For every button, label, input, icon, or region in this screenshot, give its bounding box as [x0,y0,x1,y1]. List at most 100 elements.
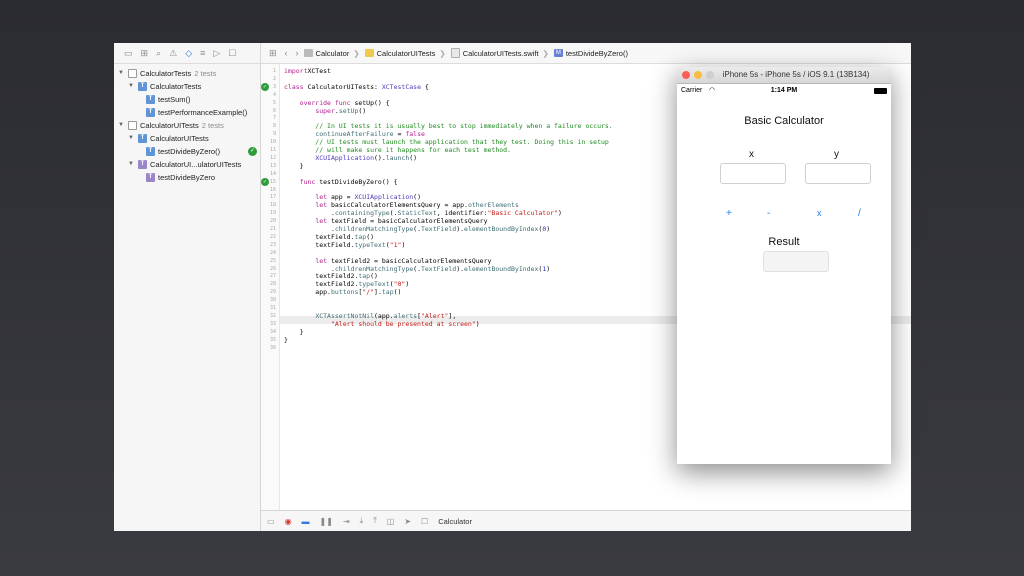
editor-jump-bar: ⊞ ‹ › Calculator ❯ CalculatorUITests ❯ C… [261,43,911,64]
code-line: } [284,336,288,344]
code-token: ], [448,311,457,320]
disclosure-triangle-icon[interactable]: ▼ [118,67,124,80]
nav-item-testdividebyzero[interactable]: T testDivideByZero() ✓ [114,145,260,158]
code-token: tap [358,272,371,281]
step-over-icon[interactable]: ⇥ [343,517,350,526]
code-token: // UI tests must launch the application … [284,138,609,147]
code-token: ) [546,264,551,273]
scheme-label[interactable]: Calculator [438,517,472,526]
step-out-icon[interactable]: ⤒ [373,516,377,526]
ios-status-bar: Carrier ◠ 1:14 PM [677,84,891,98]
code-line: let textField2 = basicCalculatorElements… [284,257,491,265]
code-token: XCTestCase [381,82,421,91]
code-token: () [393,288,402,297]
nav-item-calculatoruitests-bundle[interactable]: ▼ CalculatorUITests 2 tests [114,119,260,132]
location-icon[interactable]: ➤ [404,517,411,526]
code-token: ) [405,280,410,289]
code-line: textField.typeText("1") [284,241,405,249]
stop-icon[interactable]: ◉ [285,517,292,526]
nav-item-label: testPerformanceExample() [158,108,248,117]
nav-item-calculatoruitests-class[interactable]: ▼ T CalculatorUITests [114,132,260,145]
disclosure-triangle-icon[interactable]: ▼ [128,158,134,171]
line-number: 23 [269,241,276,248]
hide-debug-area-icon[interactable]: ▭ [267,517,275,526]
forward-icon[interactable]: › [296,48,299,58]
nav-item-testperformance[interactable]: T testPerformanceExample() [114,106,260,119]
breadcrumb-group[interactable]: CalculatorUITests ❯ [364,48,446,58]
search-icon[interactable]: ⌕ [156,48,161,59]
disclosure-triangle-icon[interactable]: ▼ [128,80,134,93]
code-token: // will make sure it happens for each te… [284,146,511,154]
test-passed-icon[interactable]: ✓ [261,82,269,91]
pause-icon[interactable]: ❚❚ [320,517,333,526]
code-token: basicCalculatorElementsQuery = app. [327,201,468,210]
subtract-button[interactable]: - [767,208,770,219]
simulator-title: iPhone 5s - iPhone 5s / iOS 9.1 (13B134) [722,70,870,79]
issue-icon[interactable]: ⚠ [169,48,177,59]
report-icon[interactable]: ☐ [228,48,236,59]
nav-item-calculatortests-class[interactable]: ▼ T CalculatorTests [114,80,260,93]
close-icon[interactable] [682,71,690,79]
nav-item-calculatorui-ulatoruitests[interactable]: ▼ T CalculatorUI...ulatorUITests [114,158,260,171]
debug-icon[interactable]: ≡ [200,48,205,58]
related-items-icon[interactable]: ⊞ [269,48,277,59]
line-number: 26 [269,265,276,272]
code-token: func [299,177,316,186]
nav-item-label: CalculatorUITests [140,121,199,130]
breadcrumb-file[interactable]: CalculatorUITests.swift ❯ [450,48,549,58]
nav-item-testsum[interactable]: T testSum() [114,93,260,106]
symbol-icon[interactable]: ⊞ [141,48,149,59]
line-number: 12 [269,154,276,161]
code-line: override func setUp() { [284,99,390,107]
test-passed-icon[interactable]: ✓ [248,147,257,156]
test-class-icon: T [138,134,147,143]
result-label: Result [768,236,800,248]
divide-button[interactable]: / [858,208,861,219]
back-icon[interactable]: ‹ [285,48,288,58]
test-navigator: ▭ ⊞ ⌕ ⚠ ◇ ≡ ▷ ☐ ▼ CalculatorTests 2 tests… [114,43,261,531]
test-class-icon: T [138,160,147,169]
code-line: let app = XCUIApplication() [284,193,421,201]
breakpoint-icon[interactable]: ▷ [213,48,220,59]
code-line: "Alert should be presented at screen") [284,320,480,328]
chevron-right-icon: ❯ [439,48,446,58]
breadcrumb-method[interactable]: M testDivideByZero() [553,49,628,58]
simulator-window: iPhone 5s - iPhone 5s / iOS 9.1 (13B134)… [677,67,891,464]
test-count: 2 tests [194,69,217,78]
code-token: elementBoundByIndex [464,264,539,273]
code-line: } [284,162,304,170]
disclosure-triangle-icon[interactable]: ▼ [128,132,134,145]
line-number: 28 [269,281,276,288]
minimize-icon[interactable] [694,71,702,79]
code-token: import [284,67,308,75]
code-line: let textField = basicCalculatorElementsQ… [284,217,487,226]
add-button[interactable]: + [726,208,732,219]
y-input[interactable] [805,163,871,184]
code-token: "1" [389,240,402,249]
code-token: "Alert should be presented at screen" [330,319,476,328]
x-input[interactable] [720,163,786,184]
step-in-icon[interactable]: ⤓ [360,516,364,526]
line-number: 20 [269,218,276,225]
test-navigator-icon[interactable]: ◇ [185,48,192,59]
code-line: textField2.tap() [284,272,378,280]
test-passed-icon[interactable]: ✓ [261,177,269,186]
nav-item-testdividebyzero-generated[interactable]: T testDivideByZero [114,171,260,184]
nav-item-calculatortests-bundle[interactable]: ▼ CalculatorTests 2 tests [114,67,260,80]
method-icon: M [553,49,563,57]
folder-icon[interactable]: ▭ [124,48,133,59]
code-token: super [315,106,335,115]
breakpoints-toggle-icon[interactable]: ▬ [302,517,310,526]
zoom-icon[interactable] [706,71,714,79]
multiply-button[interactable]: x [817,208,822,218]
view-hierarchy-icon[interactable]: ◫ [387,517,395,526]
breadcrumb-project[interactable]: Calculator ❯ [303,49,360,58]
code-token: ). [456,225,465,233]
code-token: let [315,217,328,226]
code-token: () [366,232,375,241]
code-token: launch [385,153,410,162]
simulator-titlebar: iPhone 5s - iPhone 5s / iOS 9.1 (13B134) [677,67,891,84]
disclosure-triangle-icon[interactable]: ▼ [118,119,124,132]
